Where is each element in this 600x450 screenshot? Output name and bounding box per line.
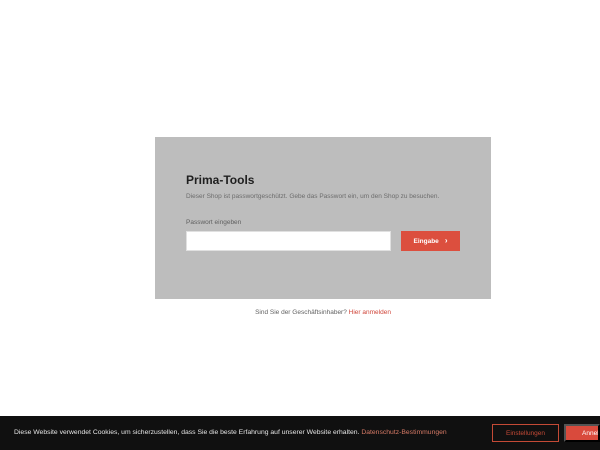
privacy-policy-link[interactable]: Datenschutz-Bestimmungen [361, 429, 446, 436]
cookie-settings-button[interactable]: Einstellungen [492, 424, 559, 442]
shop-title: Prima-Tools [186, 173, 255, 187]
owner-login-line: Sind Sie der Geschäftsinhaber? Hier anme… [0, 309, 600, 317]
submit-label: Eingabe [413, 237, 439, 245]
cookie-text: Diese Website verwendet Cookies, um sich… [14, 429, 360, 436]
owner-login-link[interactable]: Hier anmelden [349, 309, 391, 316]
cookie-banner: Diese Website verwendet Cookies, um sich… [0, 416, 600, 450]
shop-description: Dieser Shop ist passwortgeschützt. Gebe … [186, 193, 440, 200]
password-login-card: Prima-Tools Dieser Shop ist passwortgesc… [155, 137, 491, 299]
cookie-message: Diese Website verwendet Cookies, um sich… [14, 429, 447, 437]
owner-question: Sind Sie der Geschäftsinhaber? [255, 309, 347, 316]
password-input[interactable] [186, 231, 391, 251]
cookie-accept-button[interactable]: Annehmen [564, 424, 600, 442]
submit-button[interactable]: Eingabe › [401, 231, 460, 251]
password-form: Eingabe › [186, 231, 460, 251]
password-label: Passwort eingeben [186, 219, 242, 226]
chevron-right-icon: › [444, 236, 448, 245]
